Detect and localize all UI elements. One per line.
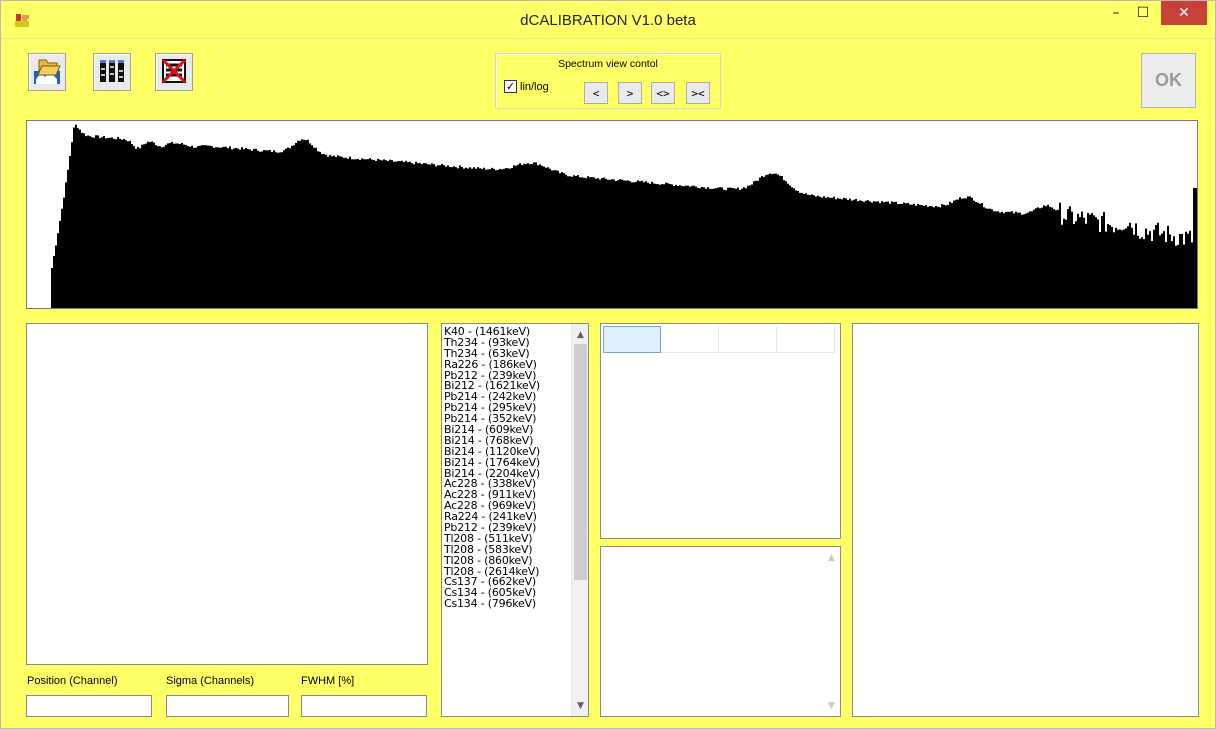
calibration-points-grid[interactable] xyxy=(600,323,841,539)
title-bar[interactable]: dCALIBRATION V1.0 beta – ☐ ✕ xyxy=(1,1,1215,39)
scroll-down-arrow-icon[interactable]: ▼ xyxy=(572,697,588,714)
memo-scrollbar[interactable]: ▲ ▼ xyxy=(823,547,840,716)
isotope-list-item[interactable]: Cs134 - (796keV) xyxy=(444,598,569,610)
spectrum-view-title: Spectrum view contol xyxy=(558,58,658,70)
clear-spectrum-icon xyxy=(160,57,188,88)
peak-fit-plot-panel[interactable] xyxy=(26,323,428,665)
lin-log-toggle[interactable]: ✓ lin/log xyxy=(504,80,549,93)
memo-scroll-up-icon[interactable]: ▲ xyxy=(823,549,840,566)
fwhm-label: FWHM [%] xyxy=(301,675,355,687)
isotope-list-scrollbar[interactable]: ▲ ▼ xyxy=(571,324,588,716)
close-button[interactable]: ✕ xyxy=(1161,1,1207,25)
grid-cell[interactable] xyxy=(719,326,777,353)
scroll-thumb[interactable] xyxy=(574,344,587,580)
isotope-library-button[interactable] xyxy=(93,53,131,91)
spectrum-plot[interactable] xyxy=(26,120,1198,309)
shift-right-button[interactable]: > xyxy=(618,82,642,104)
grid-cell-selected[interactable] xyxy=(603,326,661,353)
sigma-label: Sigma (Channels) xyxy=(166,675,255,687)
position-field[interactable] xyxy=(26,695,152,717)
window-title: dCALIBRATION V1.0 beta xyxy=(520,12,696,29)
grid-cell[interactable] xyxy=(777,326,835,353)
memo-scroll-down-icon[interactable]: ▼ xyxy=(823,697,840,714)
zoom-in-button[interactable]: >< xyxy=(686,82,710,104)
ok-button[interactable]: OK xyxy=(1141,53,1196,108)
calibration-curve-panel[interactable] xyxy=(852,323,1199,717)
isotope-list-items: K40 - (1461keV) Th234 - (93keV) Th234 - (6… xyxy=(444,326,569,610)
main-window: dCALIBRATION V1.0 beta – ☐ ✕ Spectrum vi… xyxy=(0,0,1216,729)
results-memo[interactable]: ▲ ▼ xyxy=(600,546,841,717)
open-spectrum-icon xyxy=(33,57,61,88)
clear-spectrum-button[interactable] xyxy=(155,53,193,91)
shift-left-button[interactable]: < xyxy=(584,82,608,104)
scroll-up-arrow-icon[interactable]: ▲ xyxy=(572,326,588,343)
position-label: Position (Channel) xyxy=(27,675,118,687)
maximize-button[interactable]: ☐ xyxy=(1129,1,1157,25)
lin-log-label: lin/log xyxy=(520,80,549,93)
grid-cell[interactable] xyxy=(661,326,719,353)
zoom-out-button[interactable]: <> xyxy=(651,82,675,104)
spectrum-histogram xyxy=(51,124,1197,308)
lin-log-checkbox[interactable]: ✓ xyxy=(504,80,517,93)
fwhm-field[interactable] xyxy=(301,695,427,717)
isotope-listbox[interactable]: K40 - (1461keV) Th234 - (93keV) Th234 - (6… xyxy=(441,323,589,717)
spectrum-view-control-group: Spectrum view contol ✓ lin/log < > <> >< xyxy=(495,53,721,109)
isotope-library-icon xyxy=(98,57,126,88)
sigma-field[interactable] xyxy=(166,695,289,717)
minimize-button[interactable]: – xyxy=(1103,1,1129,25)
open-spectrum-button[interactable] xyxy=(28,53,66,91)
